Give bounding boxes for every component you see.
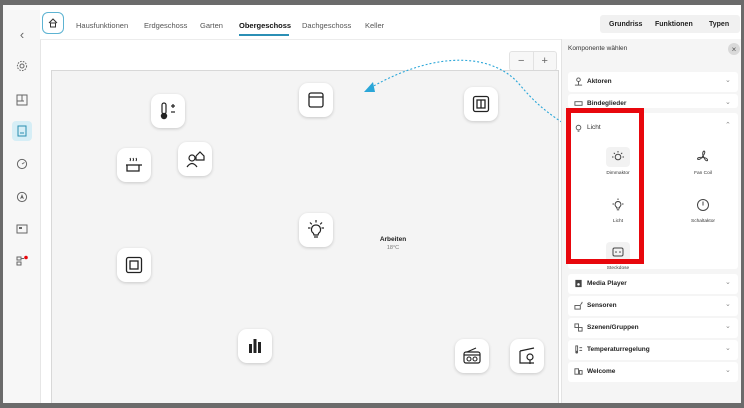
sensor-icon xyxy=(574,301,583,310)
highlight-box xyxy=(566,108,644,264)
link-icon xyxy=(574,101,583,106)
close-icon[interactable]: × xyxy=(728,43,740,55)
category-media-player[interactable]: Media Player ⌄ xyxy=(568,274,738,294)
category-bindeglieder[interactable]: Bindeglieder ⌄ xyxy=(568,94,738,108)
category-welcome[interactable]: Welcome ⌄ xyxy=(568,362,738,382)
actor-icon xyxy=(574,77,583,86)
chevron-down-icon: ⌄ xyxy=(725,77,731,84)
category-szenen-gruppen[interactable]: Szenen/Gruppen ⌄ xyxy=(568,318,738,338)
category-aktoren[interactable]: Aktoren ⌄ xyxy=(568,72,738,92)
component-schaltaktor[interactable]: Schaltaktor xyxy=(675,195,731,224)
chevron-down-icon: ⌄ xyxy=(725,323,731,330)
scenes-icon xyxy=(574,323,583,332)
switch-actor-icon xyxy=(691,195,715,215)
welcome-icon xyxy=(574,368,583,375)
fan-icon xyxy=(691,147,715,167)
category-temperaturregelung[interactable]: Temperaturregelung ⌄ xyxy=(568,340,738,360)
chevron-down-icon: ⌄ xyxy=(725,345,731,352)
window-frame-bottom xyxy=(0,403,744,408)
category-sensoren[interactable]: Sensoren ⌄ xyxy=(568,296,738,316)
media-player-icon xyxy=(575,279,582,288)
chevron-down-icon: ⌄ xyxy=(725,279,731,286)
chevron-down-icon: ⌄ xyxy=(725,99,731,106)
panel-title: Komponente wählen xyxy=(568,45,628,52)
chevron-up-icon[interactable]: ⌃ xyxy=(725,121,731,129)
temperature-icon xyxy=(575,345,583,354)
chevron-down-icon: ⌄ xyxy=(725,301,731,308)
component-fan-coil[interactable]: Fan Coil xyxy=(675,147,731,176)
chevron-down-icon: ⌄ xyxy=(725,367,731,374)
